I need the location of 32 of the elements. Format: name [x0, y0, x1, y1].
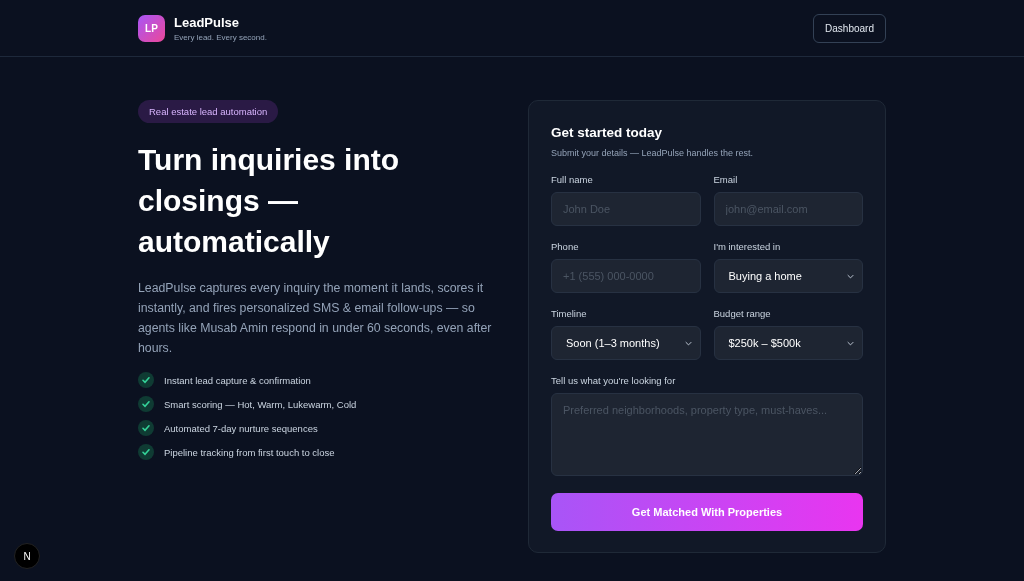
select-field[interactable]: $250k – $500k: [713, 326, 863, 360]
dashboard-button[interactable]: Dashboard: [813, 13, 886, 43]
form-title: Get started today: [551, 125, 664, 140]
brand-name: LeadPulse: [174, 14, 241, 30]
feature-text: Automated 7-day nurture sequences: [164, 422, 318, 434]
select-field[interactable]: Soon (1–3 months): [551, 326, 701, 360]
field-label: Tell us what you're looking for: [551, 375, 677, 386]
form-subtitle: Submit your details — LeadPulse handles the rest.: [551, 148, 755, 158]
caret-icon: [684, 340, 692, 346]
field-label: Email: [713, 174, 739, 185]
feature-text: Smart scoring — Hot, Warm, Lukewarm, Cold: [164, 398, 357, 410]
field-label: Timeline: [551, 308, 588, 319]
caret-icon: [847, 273, 854, 279]
logo-badge: LP: [138, 14, 165, 42]
check-icon: [138, 372, 154, 388]
field-label: Phone: [551, 241, 580, 252]
hero-title: Turn inquiries into closings — automatically: [138, 142, 401, 260]
check-icon: [138, 396, 154, 412]
brand-tagline: Every lead. Every second.: [174, 32, 267, 42]
submit-button[interactable]: Get Matched With Properties: [551, 493, 863, 531]
feature-text: Pipeline tracking from first touch to close: [164, 446, 335, 458]
category-badge: Real estate lead automation: [138, 100, 279, 123]
dev-badge[interactable]: N: [14, 543, 40, 569]
field-label: I'm interested in: [713, 241, 782, 252]
field-label: Budget range: [713, 308, 772, 319]
check-icon: [138, 420, 154, 436]
caret-icon: [847, 340, 854, 346]
field-label: Full name: [551, 174, 594, 185]
feature-text: Instant lead capture & confirmation: [164, 374, 311, 386]
select-field[interactable]: Buying a home: [713, 259, 863, 293]
hero-description: LeadPulse captures every inquiry the moment it lands, scores it instantly, and fires personalized SMS & email follow-ups — so agents like Musab Amin respond in under 60 seconds, even after hours.: [138, 280, 493, 357]
check-icon: [138, 444, 154, 460]
